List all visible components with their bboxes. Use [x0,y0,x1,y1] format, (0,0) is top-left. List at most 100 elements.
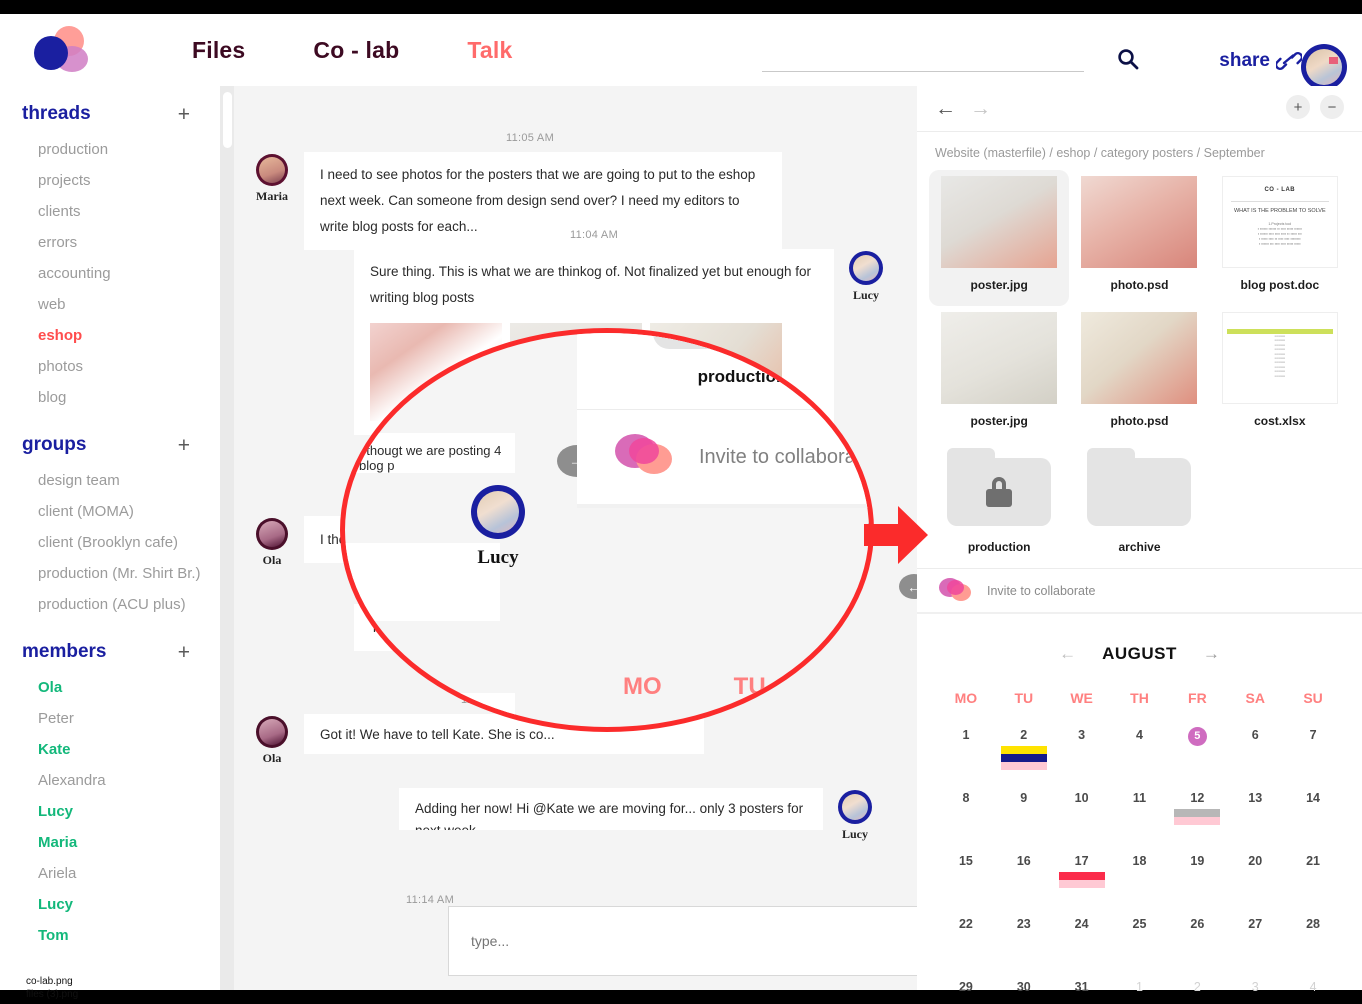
calendar-day-cell[interactable]: 11 [1111,783,1169,846]
calendar-day-cell[interactable]: 31 [1053,972,1111,1004]
file-item-photo-psd-2[interactable]: photo.psd [1069,306,1209,442]
calendar-day-cell[interactable]: 3 [1053,720,1111,783]
sidebar-item-client-moma[interactable]: client (MOMA) [0,496,220,527]
zoom-out-button[interactable]: − [1320,95,1344,119]
calendar-day-cell[interactable]: 1 [1111,972,1169,1004]
calendar-day-cell[interactable]: 25 [1111,909,1169,972]
sidebar-item-web[interactable]: web [0,289,220,320]
file-item-poster-jpg[interactable]: poster.jpg [929,170,1070,306]
avatar[interactable] [256,518,288,550]
file-item-photo-psd[interactable]: photo.psd [1069,170,1209,306]
sidebar-member-alexandra[interactable]: Alexandra [0,765,220,796]
calendar-day-cell[interactable]: 23 [995,909,1053,972]
nav-forward-button[interactable]: → [970,97,991,121]
file-item-poster-jpg-2[interactable]: poster.jpg [929,306,1069,442]
sidebar-item-design-team[interactable]: design team [0,465,220,496]
calendar-day-cell[interactable]: 24 [1053,909,1111,972]
calendar-day-cell[interactable]: 4 [1284,972,1342,1004]
calendar-event-bar[interactable] [1000,762,1047,770]
calendar-day-cell[interactable]: 28 [1284,909,1342,972]
calendar-event-bar[interactable] [1174,817,1221,825]
download-item[interactable]: co-lab.png [26,975,78,988]
avatar[interactable] [471,485,525,539]
calendar-day-cell[interactable]: 15 [937,846,995,909]
calendar-day-cell[interactable]: 2 [995,720,1053,783]
calendar-day-cell[interactable]: 27 [1226,909,1284,972]
add-member-button[interactable]: + [178,642,190,663]
file-item-blog-post-doc[interactable]: CO - LAB WHAT IS THE PROBLEM TO SOLVE 1.… [1210,170,1350,306]
sidebar-item-production-mr-shirt[interactable]: production (Mr. Shirt Br.) [0,558,220,589]
nav-item-files[interactable]: Files [158,37,279,64]
nav-back-button[interactable]: ← [935,97,956,121]
calendar-event-bar[interactable] [1058,872,1105,880]
app-logo-icon[interactable] [34,26,96,74]
calendar-day-cell[interactable]: 13 [1226,783,1284,846]
calendar-event-bar[interactable] [1174,809,1221,817]
sidebar-item-accounting[interactable]: accounting [0,258,220,289]
calendar-next-button[interactable]: → [1203,644,1220,664]
sidebar-item-clients[interactable]: clients [0,196,220,227]
sidebar-item-blog[interactable]: blog [0,382,220,413]
sidebar-item-projects[interactable]: projects [0,165,220,196]
calendar-day-cell[interactable]: 2 [1168,972,1226,1004]
calendar-day-cell[interactable]: 20 [1226,846,1284,909]
search-input[interactable] [762,44,1084,71]
calendar-day-cell[interactable]: 18 [1111,846,1169,909]
calendar-day-cell[interactable]: 14 [1284,783,1342,846]
sidebar-member-maria[interactable]: Maria [0,827,220,858]
sidebar-member-kate[interactable]: Kate [0,734,220,765]
share-button[interactable]: share [1219,50,1270,72]
link-icon[interactable] [1274,50,1304,77]
calendar-day-cell[interactable]: 8 [937,783,995,846]
add-thread-button[interactable]: + [178,104,190,125]
add-group-button[interactable]: + [178,435,190,456]
calendar-day-cell[interactable]: 5 [1168,720,1226,783]
nav-item-colab[interactable]: Co - lab [279,37,433,64]
calendar-event-bar[interactable] [1000,754,1047,762]
avatar[interactable] [838,790,872,824]
sidebar-member-tom[interactable]: Tom [0,920,220,951]
calendar-day-cell[interactable]: 22 [937,909,995,972]
prev-arrow-button[interactable]: ← [899,574,917,599]
invite-to-collaborate-button[interactable]: Invite to collaborate [917,568,1362,614]
nav-item-talk[interactable]: Talk [433,37,546,64]
calendar-day-cell[interactable]: 9 [995,783,1053,846]
calendar-event-bar[interactable] [1058,880,1105,888]
calendar-day-cell[interactable]: 30 [995,972,1053,1004]
sidebar-member-ariela[interactable]: Ariela [0,858,220,889]
folder-item-production[interactable]: production [929,442,1069,568]
sidebar-item-errors[interactable]: errors [0,227,220,258]
sidebar-member-lucy-2[interactable]: Lucy [0,889,220,920]
sidebar-member-ola[interactable]: Ola [0,672,220,703]
calendar-day-cell[interactable]: 6 [1226,720,1284,783]
chat-scrollbar-thumb[interactable] [223,92,232,148]
sidebar-item-production[interactable]: production [0,134,220,165]
calendar-day-cell[interactable]: 17 [1053,846,1111,909]
zoom-in-button[interactable]: + [1286,95,1310,119]
calendar-prev-button[interactable]: ← [1059,644,1076,664]
sidebar-item-eshop[interactable]: eshop [0,320,220,351]
sidebar-member-lucy[interactable]: Lucy [0,796,220,827]
calendar-day-cell[interactable]: 12 [1168,783,1226,846]
sidebar-item-client-brooklyn-cafe[interactable]: client (Brooklyn cafe) [0,527,220,558]
download-item[interactable]: files (3).png [26,988,78,1001]
avatar[interactable] [256,154,288,186]
calendar-day-cell[interactable]: 10 [1053,783,1111,846]
calendar-day-cell[interactable]: 21 [1284,846,1342,909]
calendar-day-cell[interactable]: 7 [1284,720,1342,783]
avatar[interactable] [256,716,288,748]
calendar-day-cell[interactable]: 29 [937,972,995,1004]
magnified-invite-button[interactable]: Invite to collaborate [577,410,869,504]
search-icon[interactable] [1117,48,1139,75]
sidebar-item-photos[interactable]: photos [0,351,220,382]
folder-item-archive[interactable]: archive [1069,442,1209,568]
calendar-day-cell[interactable]: 19 [1168,846,1226,909]
chat-scrollbar[interactable] [220,86,234,990]
calendar-day-cell[interactable]: 3 [1226,972,1284,1004]
breadcrumb[interactable]: Website (masterfile) / eshop / category … [917,132,1362,170]
file-item-cost-xlsx[interactable]: ▪▪▪▪▪▪▪▪▪▪ ▪▪▪▪▪▪▪▪▪▪ ▪▪▪▪▪▪▪▪▪▪ ▪▪▪▪▪▪▪▪▪▪… [1210,306,1350,442]
calendar-day-cell[interactable]: 26 [1168,909,1226,972]
calendar-day-cell[interactable]: 4 [1111,720,1169,783]
sidebar-item-production-acu-plus[interactable]: production (ACU plus) [0,589,220,620]
calendar-day-cell[interactable]: 1 [937,720,995,783]
